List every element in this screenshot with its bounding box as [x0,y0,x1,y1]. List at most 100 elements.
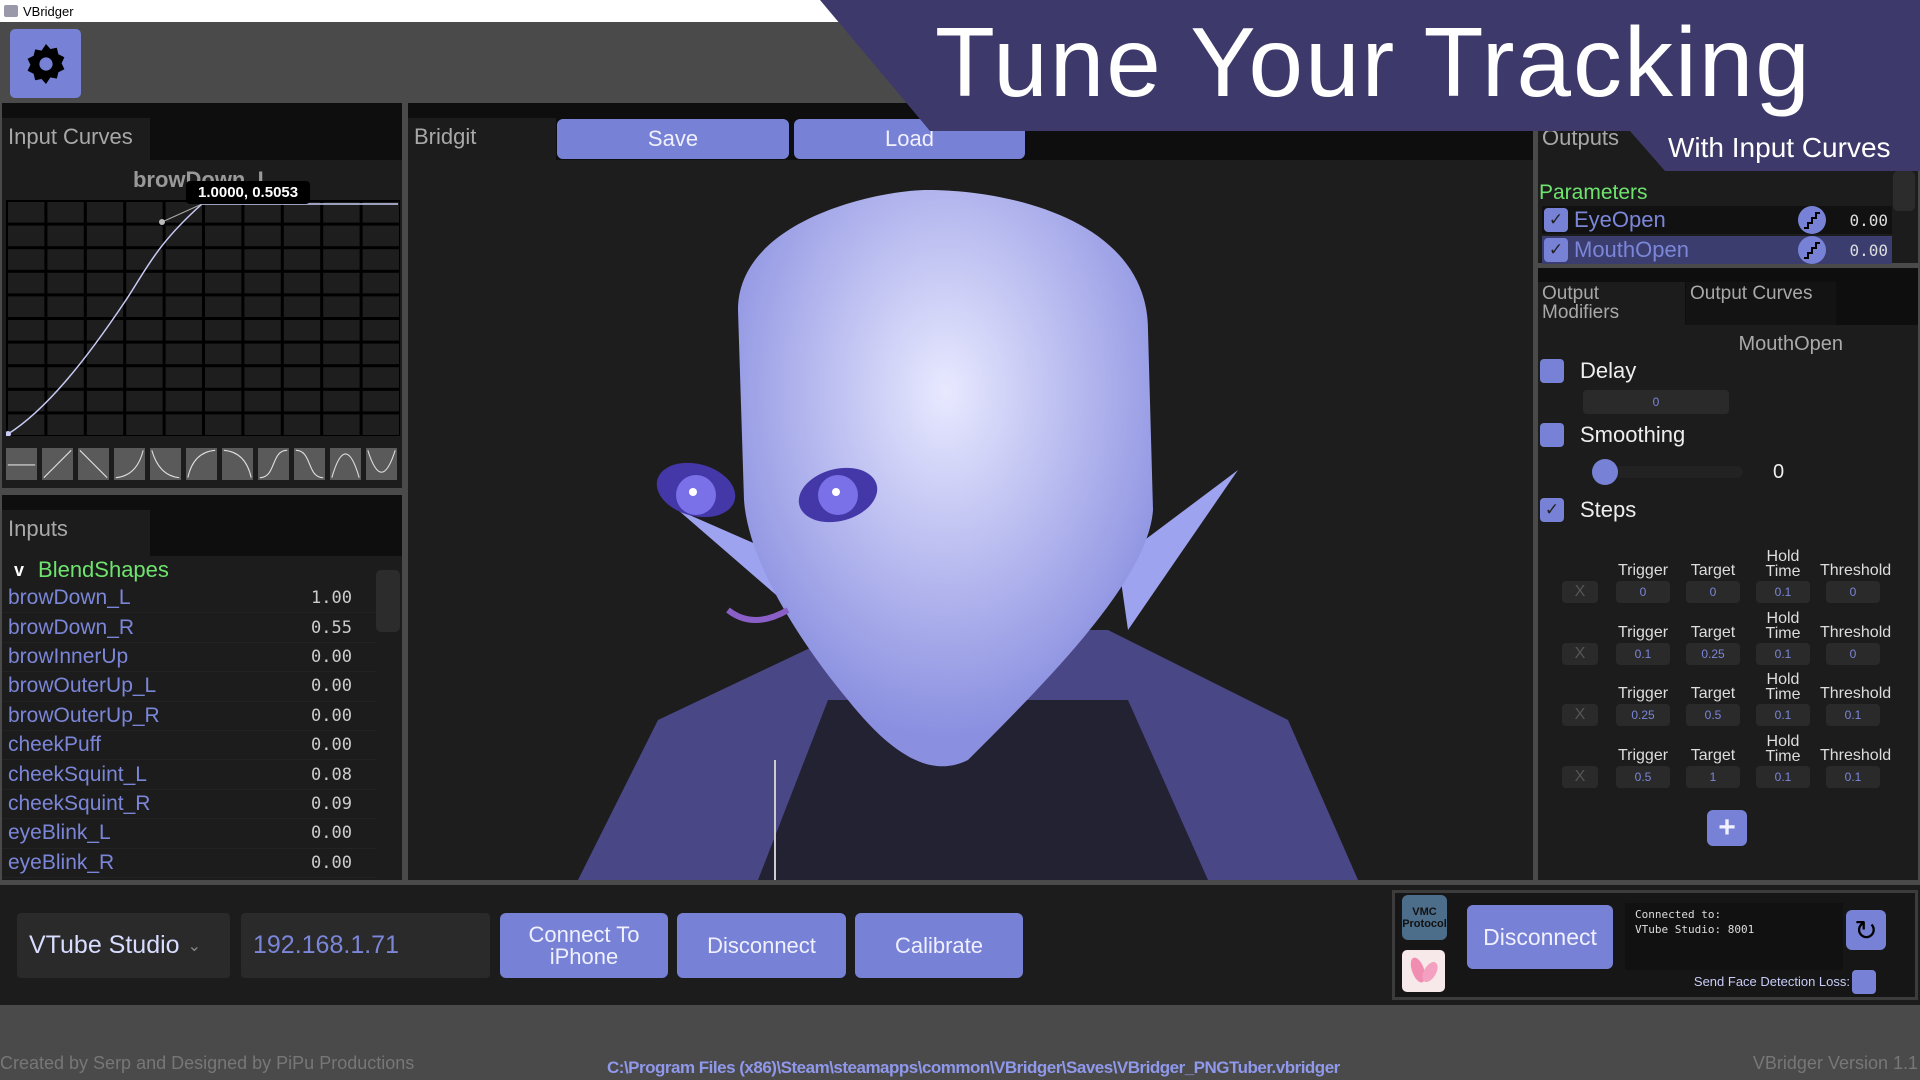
preset-ease-in[interactable] [114,448,145,480]
target-input[interactable]: 0 [1686,581,1740,603]
collapse-icon[interactable]: v [14,560,24,581]
refresh-button[interactable]: ↻ [1846,910,1886,950]
threshold-input[interactable]: 0.1 [1826,704,1880,726]
input-row[interactable]: eyeBlink_R 0.00 [2,849,376,878]
smoothing-slider[interactable] [1592,459,1743,485]
remove-step-button[interactable]: X [1562,704,1598,726]
hold-input[interactable]: 0.1 [1756,765,1810,788]
input-row[interactable]: browOuterUp_R 0.00 [2,702,376,731]
preset-s-curve[interactable] [258,448,289,480]
input-value: 0.00 [311,705,352,726]
outputs-scrollbar[interactable] [1893,171,1915,211]
input-name: eyeBlink_L [8,821,111,845]
grid-cell [47,343,84,365]
grid-cell [8,367,45,388]
trigger-input[interactable]: 0.25 [1616,704,1670,726]
preset-flat[interactable] [6,448,37,480]
threshold-input[interactable]: 0 [1826,581,1880,603]
grid-cell [165,414,202,435]
curve-editor[interactable] [6,200,400,436]
grid-cell [86,202,124,223]
tab-output-curves[interactable]: Output Curves [1686,282,1836,325]
preset-ease-out[interactable] [186,448,217,480]
remove-step-button[interactable]: X [1562,765,1598,788]
input-row[interactable]: eyeBlink_L 0.00 [2,819,376,849]
input-name: cheekPuff [8,733,102,757]
grid-cell [126,296,163,317]
grid-cell [323,249,360,270]
steps-checkbox[interactable]: ✓ [1540,498,1564,522]
slider-handle[interactable] [1592,459,1618,485]
threshold-input[interactable]: 0.1 [1826,765,1880,788]
inputs-scrollbar[interactable] [376,570,400,632]
grid-cell [323,320,360,341]
preset-peak[interactable] [330,448,361,480]
face-loss-checkbox[interactable] [1852,970,1876,994]
tab-output-modifiers[interactable]: Output Modifiers [1538,282,1685,325]
check-icon: ✓ [1548,210,1564,229]
param-checkbox[interactable]: ✓ [1544,238,1568,262]
input-row[interactable]: cheekPuff 0.00 [2,731,376,761]
trigger-input[interactable]: 0.1 [1616,642,1670,665]
preset-linear-up[interactable] [42,448,73,480]
input-name: eyeBlink_R [8,850,115,874]
hold-input[interactable]: 0.1 [1756,642,1810,665]
hold-input[interactable]: 0.1 [1756,581,1810,603]
app-select[interactable]: VTube Studio ⌄ [17,913,230,978]
tab-inputs[interactable]: Inputs [2,510,150,556]
hold-label: Hold Time [1765,609,1801,642]
input-row[interactable]: browDown_R 0.55 [2,613,376,643]
ip-input[interactable]: 192.168.1.71 [241,913,490,978]
grid-cell [362,320,399,341]
grid-cell [283,367,321,388]
trigger-input[interactable]: 0 [1616,581,1670,603]
vmc-logo[interactable]: VMC Protocol [1402,895,1447,940]
hold-input[interactable]: 0.1 [1756,704,1810,726]
threshold-input[interactable]: 0 [1826,642,1880,665]
grid-cell [47,296,84,317]
grid-cell [244,320,281,341]
curve-tooltip: 1.0000, 0.5053 [186,181,311,204]
param-row[interactable]: ✓ MouthOpen 0.00 [1542,236,1892,264]
step-curve-icon[interactable] [1798,236,1826,264]
group-blendshapes[interactable]: BlendShapes [38,557,169,583]
target-input[interactable]: 0.25 [1686,642,1740,665]
target-input[interactable]: 1 [1686,765,1740,788]
preset-ease-in-down[interactable] [150,448,181,480]
delay-checkbox[interactable] [1540,359,1564,383]
hold-label: Hold Time [1765,732,1801,765]
disconnect-button[interactable]: Disconnect [677,913,846,978]
disconnect-vts-button[interactable]: Disconnect [1467,905,1613,969]
step-row: X Trigger 0 Target 0 Hold Time 0.1 Threshold 0 [1538,549,1918,613]
grid-cell [205,225,242,247]
grid-cell [205,390,242,412]
input-row[interactable]: cheekSquint_L 0.08 [2,760,376,790]
step-curve-icon[interactable] [1798,206,1826,234]
smoothing-checkbox[interactable] [1540,423,1564,447]
input-row[interactable]: browDown_L 1.00 [2,584,376,614]
vtube-studio-logo[interactable] [1402,950,1445,992]
grid-cell [165,272,202,294]
connect-iphone-button[interactable]: Connect To iPhone [500,913,668,978]
input-row[interactable]: browInnerUp 0.00 [2,643,376,673]
preset-linear-down[interactable] [78,448,109,480]
param-checkbox[interactable]: ✓ [1544,208,1568,232]
remove-step-button[interactable]: X [1562,581,1598,603]
add-step-button[interactable]: + [1707,810,1747,846]
remove-step-button[interactable]: X [1562,642,1598,665]
target-input[interactable]: 0.5 [1686,704,1740,726]
preset-ease-out-down[interactable] [222,448,253,480]
param-row[interactable]: ✓ EyeOpen 0.00 [1542,206,1892,234]
trigger-input[interactable]: 0.5 [1616,765,1670,788]
grid-cell [323,390,360,412]
input-row[interactable]: cheekSquint_R 0.09 [2,790,376,820]
grid-cell [205,249,242,270]
preset-s-curve-down[interactable] [294,448,325,480]
delay-input[interactable]: 0 [1583,390,1729,414]
grid-cell [126,202,163,223]
input-row[interactable]: browOuterUp_L 0.00 [2,672,376,702]
calibrate-button[interactable]: Calibrate [855,913,1023,978]
preset-valley[interactable] [366,448,397,480]
grid-cell [362,249,399,270]
grid-cell [8,414,45,435]
